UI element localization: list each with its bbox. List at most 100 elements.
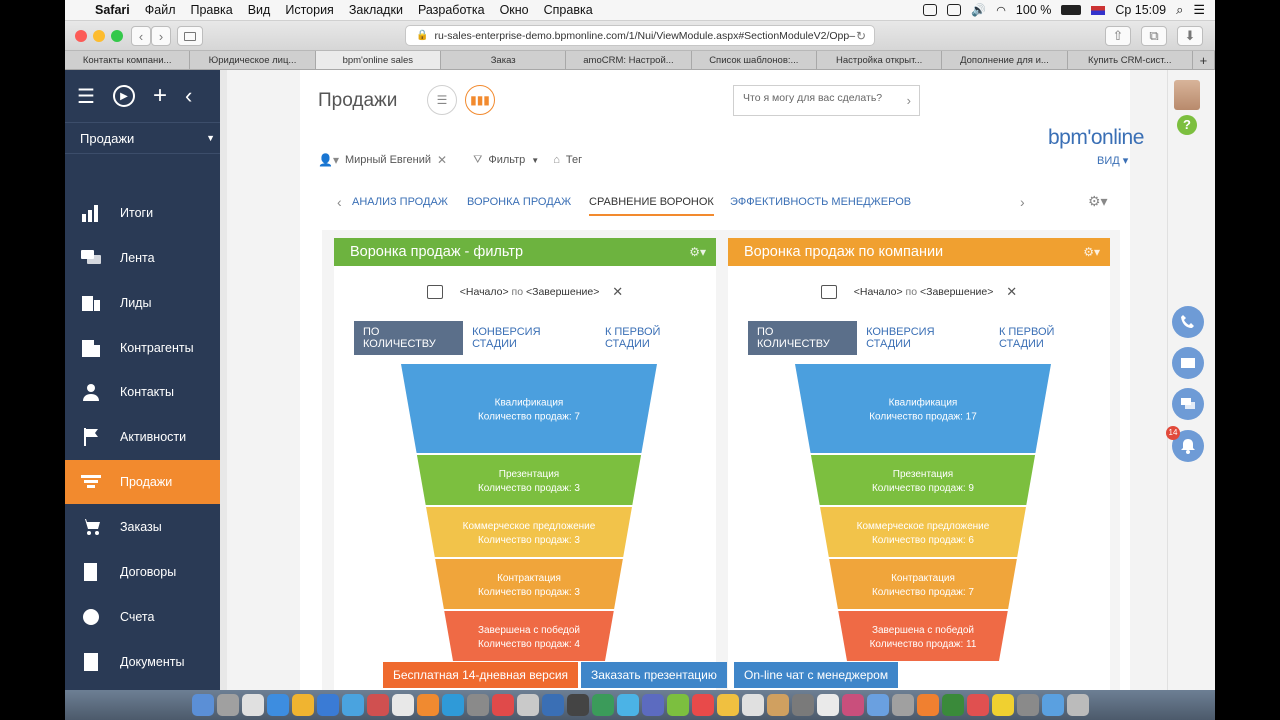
dock-app-icon[interactable] (616, 694, 639, 716)
sidebar-item-orders[interactable]: Заказы (65, 505, 220, 549)
downloads-button[interactable]: ⬇ (1177, 26, 1203, 46)
menu-window[interactable]: Окно (500, 3, 529, 17)
menu-edit[interactable]: Правка (190, 3, 232, 17)
filter-icon[interactable]: ⛛ (473, 154, 482, 167)
funnel-stage[interactable] (795, 364, 1051, 453)
battery-icon[interactable] (1061, 5, 1082, 15)
dock-app-icon[interactable] (1066, 694, 1089, 716)
funnel-stage[interactable] (426, 507, 632, 557)
workplace-selector[interactable]: Продажи ▼ (65, 122, 227, 154)
status-app-icon[interactable] (923, 4, 938, 16)
status-app-icon[interactable] (947, 4, 962, 16)
list-view-button[interactable]: ☰ (427, 85, 457, 115)
zoom-window-button[interactable] (111, 30, 123, 42)
phone-button[interactable] (1172, 306, 1204, 338)
sidebar-item-contracts[interactable]: Договоры (65, 550, 220, 594)
funnel-stage[interactable] (810, 455, 1036, 505)
user-avatar[interactable] (1174, 80, 1200, 110)
close-window-button[interactable] (75, 30, 87, 42)
flag-icon[interactable] (1091, 5, 1106, 15)
dock-app-icon[interactable] (316, 694, 339, 716)
dock-app-icon[interactable] (191, 694, 214, 716)
browser-tab[interactable]: Купить CRM-сист... (1068, 51, 1193, 69)
dock-app-icon[interactable] (741, 694, 764, 716)
dock-app-icon[interactable] (1041, 694, 1064, 716)
dock-app-icon[interactable] (541, 694, 564, 716)
help-icon[interactable]: ? (1177, 115, 1197, 135)
menu-file[interactable]: Файл (145, 3, 176, 17)
gear-icon[interactable]: ⚙▾ (689, 238, 706, 266)
forward-button[interactable]: › (151, 26, 171, 46)
command-line-input[interactable]: Что я могу для вас сделать? › (733, 85, 920, 116)
dock-app-icon[interactable] (391, 694, 414, 716)
dock-app-icon[interactable] (891, 694, 914, 716)
add-icon[interactable]: + (153, 82, 167, 110)
dock-app-icon[interactable] (866, 694, 889, 716)
url-bar[interactable]: 🔒 ru-sales-enterprise-demo.bpmonline.com… (405, 25, 875, 46)
by-count-button[interactable]: ПО КОЛИЧЕСТВУ (748, 321, 858, 355)
funnel-stage[interactable] (416, 455, 642, 505)
dock-app-icon[interactable] (641, 694, 664, 716)
dock-app-icon[interactable] (766, 694, 789, 716)
dock-app-icon[interactable] (241, 694, 264, 716)
dock-app-icon[interactable] (516, 694, 539, 716)
share-button[interactable]: ⇧ (1105, 26, 1131, 46)
dock-app-icon[interactable] (991, 694, 1014, 716)
tab-funnel-comparison[interactable]: СРАВНЕНИЕ ВОРОНОК (589, 196, 714, 216)
scroll-right-icon[interactable]: › (1020, 194, 1025, 210)
calendar-icon[interactable] (426, 285, 443, 299)
collapse-sidebar-icon[interactable]: ‹ (185, 83, 192, 109)
sidebar-toggle-button[interactable] (177, 26, 203, 46)
browser-tab[interactable]: Контакты компани... (65, 51, 191, 69)
tabs-overview-button[interactable]: ⧉ (1141, 26, 1167, 46)
reload-icon[interactable]: ↻ (856, 29, 866, 43)
to-first-stage-button[interactable]: К ПЕРВОЙ СТАДИИ (990, 321, 1110, 355)
view-menu[interactable]: ВИД ▾ (1097, 154, 1128, 167)
tab-manager-efficiency[interactable]: ЭФФЕКТИВНОСТЬ МЕНЕДЖЕРОВ (730, 196, 911, 208)
browser-tab[interactable]: Настройка открыт... (817, 51, 943, 69)
sidebar-item-dashboards[interactable]: Итоги (65, 191, 220, 235)
browser-tab[interactable]: Заказ (441, 51, 567, 69)
volume-icon[interactable]: 🔊 (971, 3, 986, 17)
tag-icon[interactable]: ⌂ (553, 154, 560, 166)
dock-app-icon[interactable] (491, 694, 514, 716)
sidebar-item-opportunities[interactable]: Продажи (65, 460, 220, 504)
funnel-stage[interactable] (444, 611, 614, 661)
online-chat-button[interactable]: On-line чат с менеджером (734, 662, 899, 688)
play-process-icon[interactable]: ▶ (112, 85, 135, 107)
spotlight-icon[interactable]: ⌕ (1176, 2, 1183, 18)
calendar-icon[interactable] (820, 285, 837, 299)
chat-button[interactable] (1172, 388, 1204, 420)
remove-filter-icon[interactable]: ✕ (437, 153, 447, 167)
stage-conversion-button[interactable]: КОНВЕРСИЯ СТАДИИ (463, 321, 596, 355)
dock-app-icon[interactable] (266, 694, 289, 716)
tab-sales-funnel[interactable]: ВОРОНКА ПРОДАЖ (467, 196, 571, 208)
menu-bookmarks[interactable]: Закладки (349, 3, 403, 17)
date-end[interactable]: <Завершение> (920, 286, 993, 298)
browser-tab[interactable]: Юридическое лиц... (190, 51, 316, 69)
menu-view[interactable]: Вид (248, 3, 271, 17)
sidebar-item-leads[interactable]: Лиды (65, 281, 220, 325)
email-button[interactable] (1172, 347, 1204, 379)
funnel-stage[interactable] (820, 507, 1026, 557)
filter-button[interactable]: Фильтр (488, 154, 525, 166)
menu-safari[interactable]: Safari (95, 3, 130, 17)
tab-sales-analysis[interactable]: АНАЛИЗ ПРОДАЖ (352, 196, 448, 208)
dock-app-icon[interactable] (291, 694, 314, 716)
hamburger-menu-icon[interactable]: ☰ (77, 84, 95, 109)
wifi-icon[interactable]: ◠ (996, 4, 1006, 17)
dock-app-icon[interactable] (941, 694, 964, 716)
gear-icon[interactable]: ⚙▾ (1088, 193, 1108, 210)
funnel-stage[interactable] (838, 611, 1008, 661)
clear-date-icon[interactable]: ✕ (612, 284, 623, 299)
dock-app-icon[interactable] (666, 694, 689, 716)
date-start[interactable]: <Начало> (460, 286, 509, 298)
dock-app-icon[interactable] (916, 694, 939, 716)
minimize-window-button[interactable] (93, 30, 105, 42)
funnel-stage[interactable] (435, 559, 623, 609)
to-first-stage-button[interactable]: К ПЕРВОЙ СТАДИИ (596, 321, 716, 355)
funnel-stage[interactable] (401, 364, 657, 453)
dock-app-icon[interactable] (216, 694, 239, 716)
browser-tab[interactable]: Дополнение для и... (942, 51, 1068, 69)
date-end[interactable]: <Завершение> (526, 286, 599, 298)
